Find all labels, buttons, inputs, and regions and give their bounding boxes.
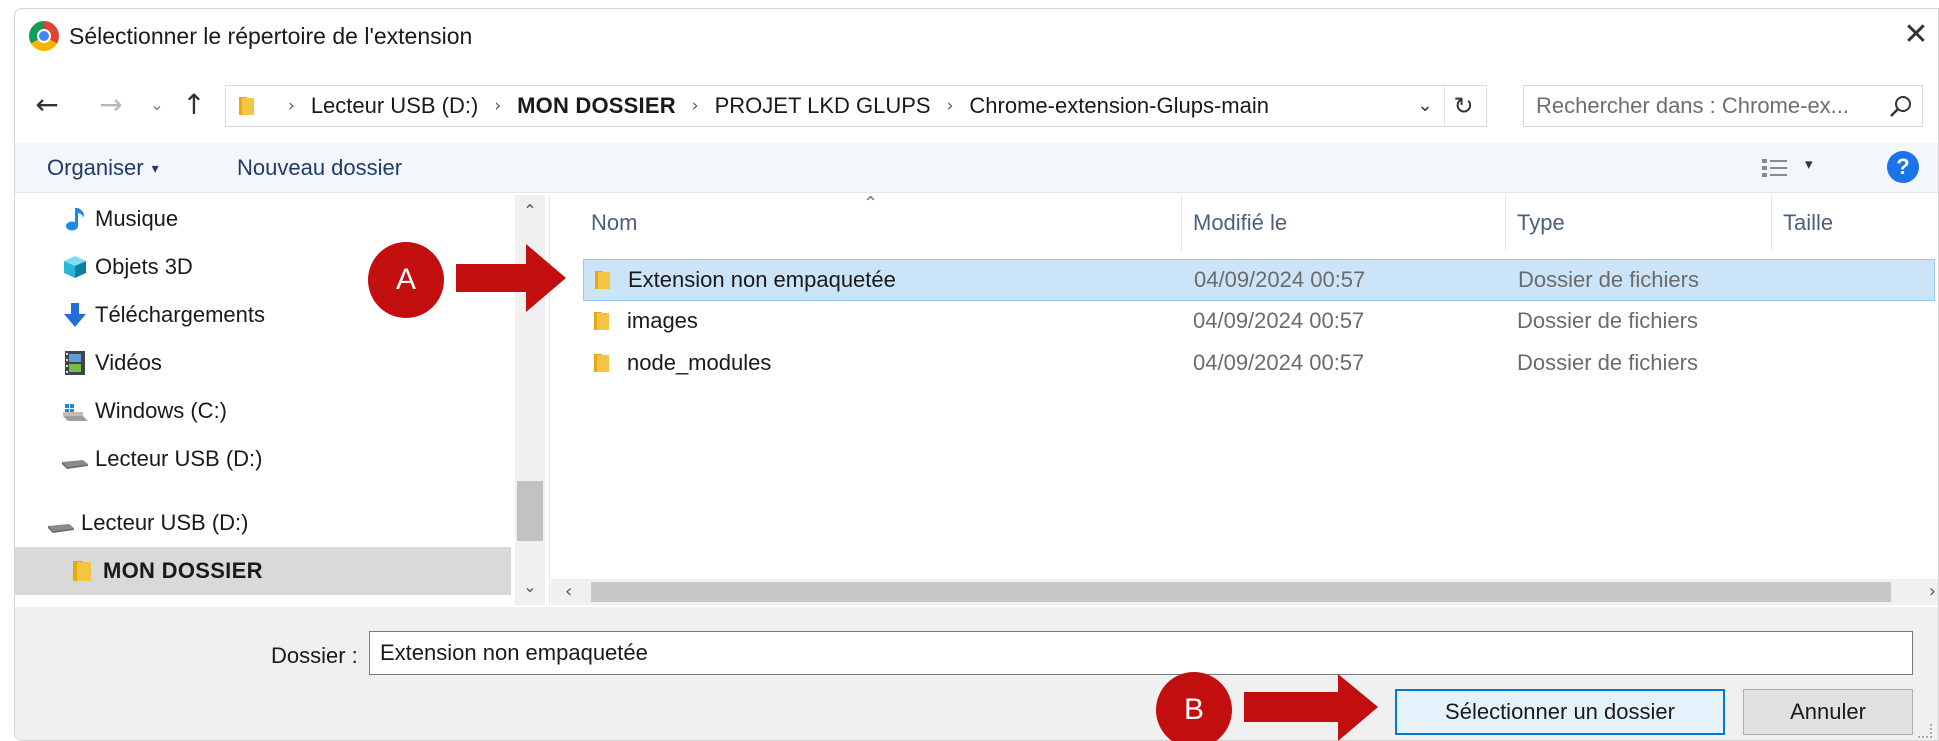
windows-drive-icon xyxy=(63,404,88,421)
folder-name-input[interactable] xyxy=(369,631,1913,675)
music-note-icon xyxy=(66,208,84,231)
sidebar-item-music[interactable]: Musique xyxy=(15,195,511,243)
breadcrumb-projet[interactable]: PROJET LKD GLUPS xyxy=(715,93,931,119)
sidebar-item-label: Lecteur USB (D:) xyxy=(95,446,263,471)
file-name: Extension non empaquetée xyxy=(628,267,896,292)
select-folder-button[interactable]: Sélectionner un dossier xyxy=(1395,689,1725,735)
folder-icon xyxy=(594,354,609,372)
title-bar: Sélectionner le répertoire de l'extensio… xyxy=(15,9,1938,63)
file-row[interactable]: node_modules 04/09/2024 00:57 Dossier de… xyxy=(583,343,1935,385)
sidebar-item-label: Vidéos xyxy=(95,350,162,375)
help-icon[interactable]: ? xyxy=(1887,151,1919,183)
file-name: images xyxy=(627,308,698,333)
caret-down-icon: ▾ xyxy=(151,161,159,178)
sidebar-item-usb-drive-root[interactable]: Lecteur USB (D:) xyxy=(15,499,511,547)
file-row[interactable]: images 04/09/2024 00:57 Dossier de fichi… xyxy=(583,301,1935,343)
resize-grip-icon[interactable] xyxy=(1918,724,1932,738)
breadcrumb-separator[interactable]: › xyxy=(947,96,954,116)
address-bar[interactable]: › Lecteur USB (D:) › MON DOSSIER › PROJE… xyxy=(225,85,1487,127)
close-icon[interactable]: ✕ xyxy=(1894,15,1938,55)
file-modified-date: 04/09/2024 00:57 xyxy=(1194,267,1366,292)
folder-icon xyxy=(239,97,254,115)
up-arrow-icon[interactable]: ↑ xyxy=(177,87,211,123)
organise-menu-button[interactable]: Organiser ▾ xyxy=(47,155,159,181)
column-separator[interactable] xyxy=(1181,195,1182,251)
sidebar-item-usb-drive[interactable]: Lecteur USB (D:) xyxy=(15,435,511,483)
file-modified-date: 04/09/2024 00:57 xyxy=(1193,308,1365,333)
sidebar-item-label: Objets 3D xyxy=(95,254,193,279)
annotation-b-badge: B xyxy=(1156,672,1232,741)
recent-locations-chevron-icon[interactable]: ⌄ xyxy=(143,87,171,123)
column-separator[interactable] xyxy=(1771,195,1772,251)
chrome-logo-icon xyxy=(29,21,59,51)
dialog-footer: Dossier : Sélectionner un dossier Annule… xyxy=(15,607,1938,740)
scroll-right-icon[interactable]: › xyxy=(1929,579,1936,605)
folder-icon xyxy=(594,312,609,330)
file-name: node_modules xyxy=(627,350,772,375)
sidebar-scroll-thumb[interactable] xyxy=(517,481,543,541)
file-list: ⌃ Nom Modifié le Type Taille Extension n… xyxy=(551,193,1938,605)
scroll-up-icon[interactable]: ⌃ xyxy=(515,201,545,220)
file-type: Dossier de fichiers xyxy=(1518,267,1699,292)
video-film-icon xyxy=(65,351,85,375)
breadcrumb-separator: › xyxy=(288,96,295,116)
organise-label: Organiser xyxy=(47,155,144,180)
forward-arrow-icon[interactable]: → xyxy=(93,87,129,123)
file-type: Dossier de fichiers xyxy=(1517,308,1698,333)
navigation-row: ← → ⌄ ↑ › Lecteur USB (D:) › MON DOSSIER… xyxy=(15,79,1938,131)
back-arrow-icon[interactable]: ← xyxy=(29,87,65,123)
breadcrumb-mon-dossier[interactable]: MON DOSSIER xyxy=(517,93,676,119)
breadcrumb-separator[interactable]: › xyxy=(692,96,699,116)
folder-icon xyxy=(595,271,610,289)
usb-drive-icon xyxy=(62,460,88,469)
annotation-a-badge: A xyxy=(368,242,444,318)
command-toolbar: Organiser ▾ Nouveau dossier ▾ ? xyxy=(15,143,1938,193)
view-options-button[interactable]: ▾ xyxy=(1761,153,1821,183)
breadcrumb-current-folder[interactable]: Chrome-extension-Glups-main xyxy=(969,93,1269,119)
folder-field-label: Dossier : xyxy=(271,643,358,668)
file-type: Dossier de fichiers xyxy=(1517,350,1698,375)
annotation-b-arrow-icon xyxy=(1244,674,1378,741)
sidebar-item-label: Lecteur USB (D:) xyxy=(81,510,249,535)
file-modified-date: 04/09/2024 00:57 xyxy=(1193,350,1365,375)
sidebar-item-mon-dossier[interactable]: MON DOSSIER xyxy=(15,547,511,595)
dialog-title: Sélectionner le répertoire de l'extensio… xyxy=(69,23,473,49)
search-input[interactable] xyxy=(1536,86,1876,126)
details-view-icon xyxy=(1762,159,1787,177)
column-header-name[interactable]: Nom xyxy=(591,195,637,251)
caret-down-icon: ▾ xyxy=(1805,155,1813,173)
sidebar-item-label: Musique xyxy=(95,206,179,231)
address-dropdown-icon[interactable]: ⌄ xyxy=(1410,86,1440,126)
sidebar-item-label: Windows (C:) xyxy=(95,398,228,423)
folder-picker-dialog: Sélectionner le répertoire de l'extensio… xyxy=(14,8,1939,741)
column-separator[interactable] xyxy=(1505,195,1506,251)
horizontal-scrollbar[interactable]: ‹ › xyxy=(551,579,1938,605)
refresh-icon[interactable]: ↻ xyxy=(1444,86,1482,126)
breadcrumb-usb-drive[interactable]: Lecteur USB (D:) xyxy=(311,93,479,119)
cube-3d-icon xyxy=(64,256,86,278)
sidebar-item-videos[interactable]: Vidéos xyxy=(15,339,511,387)
scroll-down-icon[interactable]: ⌄ xyxy=(515,577,545,596)
column-header-size[interactable]: Taille xyxy=(1783,195,1833,251)
sidebar-item-label: Téléchargements xyxy=(95,302,265,327)
annotation-a-arrow-icon xyxy=(456,244,566,312)
cancel-button[interactable]: Annuler xyxy=(1743,689,1913,735)
file-row[interactable]: Extension non empaquetée 04/09/2024 00:5… xyxy=(583,259,1935,301)
breadcrumb-separator[interactable]: › xyxy=(494,96,501,116)
breadcrumb: › Lecteur USB (D:) › MON DOSSIER › PROJE… xyxy=(272,86,1269,126)
folder-icon xyxy=(73,561,91,581)
scroll-left-icon[interactable]: ‹ xyxy=(565,579,572,605)
download-arrow-icon xyxy=(64,303,86,327)
search-icon[interactable] xyxy=(1888,94,1914,120)
sidebar-item-label: MON DOSSIER xyxy=(103,558,263,583)
column-header-modified[interactable]: Modifié le xyxy=(1193,195,1287,251)
usb-drive-icon xyxy=(48,524,74,533)
search-box[interactable] xyxy=(1523,85,1923,127)
sort-ascending-icon: ⌃ xyxy=(863,193,879,214)
sidebar-item-windows-drive[interactable]: Windows (C:) xyxy=(15,387,511,435)
horizontal-scroll-thumb[interactable] xyxy=(591,582,1891,602)
new-folder-button[interactable]: Nouveau dossier xyxy=(237,155,402,181)
column-header-type[interactable]: Type xyxy=(1517,195,1565,251)
